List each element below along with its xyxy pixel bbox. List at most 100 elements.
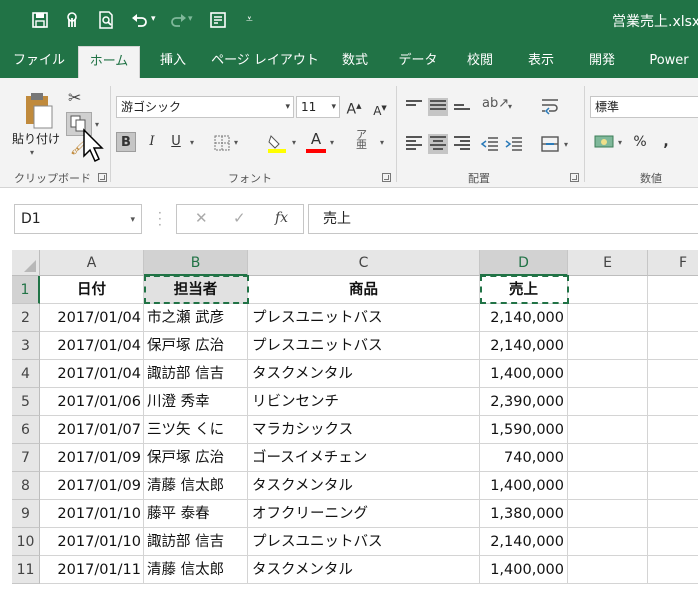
empty-cell[interactable] bbox=[568, 276, 648, 304]
print-preview-icon[interactable] bbox=[96, 10, 116, 30]
tab-home[interactable]: ホーム bbox=[78, 46, 140, 78]
person-cell[interactable]: 保戸塚 広治 bbox=[144, 444, 248, 472]
clipboard-launcher-icon[interactable] bbox=[98, 173, 107, 182]
tab-data[interactable]: データ bbox=[390, 46, 446, 78]
font-size-combo[interactable]: 11 ▾ bbox=[296, 96, 340, 118]
comma-style-button[interactable]: , bbox=[656, 132, 676, 152]
row-header[interactable]: 3 bbox=[12, 332, 40, 360]
product-cell[interactable]: リビンセンチ bbox=[248, 388, 480, 416]
header-cell-person[interactable]: 担当者 bbox=[144, 276, 248, 304]
borders-dropdown-icon[interactable]: ▾ bbox=[234, 138, 238, 147]
alignment-launcher-icon[interactable] bbox=[570, 173, 579, 182]
tab-view[interactable]: 表示 bbox=[516, 46, 566, 78]
product-cell[interactable]: タスクメンタル bbox=[248, 472, 480, 500]
decrease-font-size-icon[interactable]: A▼ bbox=[370, 98, 390, 118]
font-name-combo[interactable]: 游ゴシック ▾ bbox=[116, 96, 294, 118]
date-cell[interactable]: 2017/01/07 bbox=[40, 416, 144, 444]
italic-button[interactable]: I bbox=[142, 132, 162, 152]
column-header-e[interactable]: E bbox=[568, 250, 648, 276]
product-cell[interactable]: マラカシックス bbox=[248, 416, 480, 444]
tab-page-layout[interactable]: ページ レイアウト bbox=[210, 46, 320, 78]
product-cell[interactable]: ゴースイメチェン bbox=[248, 444, 480, 472]
row-header[interactable]: 9 bbox=[12, 500, 40, 528]
tab-formulas[interactable]: 数式 bbox=[330, 46, 380, 78]
bold-button[interactable]: B bbox=[116, 132, 136, 152]
empty-cell[interactable] bbox=[568, 528, 648, 556]
name-box[interactable]: D1 ▾ bbox=[14, 204, 142, 234]
select-all-button[interactable] bbox=[12, 250, 40, 276]
empty-cell[interactable] bbox=[648, 388, 698, 416]
row-header[interactable]: 8 bbox=[12, 472, 40, 500]
paste-dropdown-icon[interactable]: ▾ bbox=[30, 148, 34, 157]
tab-insert[interactable]: 挿入 bbox=[146, 46, 200, 78]
date-cell[interactable]: 2017/01/10 bbox=[40, 500, 144, 528]
font-launcher-icon[interactable] bbox=[382, 173, 391, 182]
person-cell[interactable]: 諏訪部 信吉 bbox=[144, 528, 248, 556]
header-cell-date[interactable]: 日付 bbox=[40, 276, 144, 304]
product-cell[interactable]: プレスユニットバス bbox=[248, 332, 480, 360]
column-header-a[interactable]: A bbox=[40, 250, 144, 276]
header-cell-sales[interactable]: 売上 bbox=[480, 276, 568, 304]
product-cell[interactable]: プレスユニットバス bbox=[248, 528, 480, 556]
row-header[interactable]: 4 bbox=[12, 360, 40, 388]
merge-center-icon[interactable] bbox=[540, 134, 560, 158]
sales-cell[interactable]: 1,400,000 bbox=[480, 360, 568, 388]
empty-cell[interactable] bbox=[568, 304, 648, 332]
formula-bar-splitter-icon[interactable]: · · · bbox=[158, 207, 162, 231]
insert-function-icon[interactable]: fx bbox=[275, 210, 288, 226]
empty-cell[interactable] bbox=[648, 528, 698, 556]
font-color-icon[interactable]: A bbox=[306, 130, 326, 154]
tab-review[interactable]: 校閲 bbox=[456, 46, 504, 78]
empty-cell[interactable] bbox=[568, 416, 648, 444]
decrease-indent-icon[interactable] bbox=[480, 134, 500, 158]
underline-button[interactable]: U bbox=[166, 132, 186, 152]
product-cell[interactable]: オフクリーニング bbox=[248, 500, 480, 528]
align-bottom-icon[interactable] bbox=[454, 104, 470, 118]
date-cell[interactable]: 2017/01/04 bbox=[40, 360, 144, 388]
orientation-icon[interactable]: ab↗ bbox=[482, 96, 509, 111]
cut-icon[interactable]: ✂ bbox=[68, 88, 81, 107]
enter-icon[interactable]: ✓ bbox=[233, 209, 246, 227]
date-cell[interactable]: 2017/01/09 bbox=[40, 444, 144, 472]
tab-power[interactable]: Power bbox=[640, 46, 698, 78]
date-cell[interactable]: 2017/01/11 bbox=[40, 556, 144, 584]
accounting-format-icon[interactable] bbox=[594, 132, 616, 156]
merge-dropdown-icon[interactable]: ▾ bbox=[564, 140, 568, 149]
number-format-combo[interactable]: 標準 bbox=[590, 96, 698, 118]
person-cell[interactable]: 清藤 信太郎 bbox=[144, 556, 248, 584]
date-cell[interactable]: 2017/01/06 bbox=[40, 388, 144, 416]
formula-input[interactable]: 売上 bbox=[308, 204, 698, 234]
align-middle-icon[interactable] bbox=[428, 98, 448, 116]
sales-cell[interactable]: 1,590,000 bbox=[480, 416, 568, 444]
customize-qat-icon[interactable]: ⩡ bbox=[246, 12, 266, 32]
empty-cell[interactable] bbox=[648, 556, 698, 584]
empty-cell[interactable] bbox=[648, 332, 698, 360]
tab-developer[interactable]: 開発 bbox=[578, 46, 626, 78]
fill-color-dropdown-icon[interactable]: ▾ bbox=[292, 138, 296, 147]
redo-dropdown-icon[interactable]: ▾ bbox=[188, 14, 208, 34]
font-color-dropdown-icon[interactable]: ▾ bbox=[330, 138, 334, 147]
date-cell[interactable]: 2017/01/04 bbox=[40, 304, 144, 332]
tab-file[interactable]: ファイル bbox=[8, 46, 70, 78]
undo-icon[interactable] bbox=[130, 10, 150, 30]
align-right-icon[interactable] bbox=[454, 136, 470, 150]
align-top-icon[interactable] bbox=[406, 100, 422, 114]
product-cell[interactable]: プレスユニットバス bbox=[248, 304, 480, 332]
sales-cell[interactable]: 2,140,000 bbox=[480, 528, 568, 556]
increase-font-size-icon[interactable]: A▲ bbox=[344, 96, 364, 118]
wrap-text-icon[interactable] bbox=[540, 96, 560, 120]
sales-cell[interactable]: 1,400,000 bbox=[480, 472, 568, 500]
column-header-d[interactable]: D bbox=[480, 250, 568, 276]
percent-style-button[interactable]: % bbox=[630, 132, 650, 152]
paste-button-label[interactable]: 貼り付け bbox=[12, 130, 60, 147]
redo-icon[interactable] bbox=[168, 10, 188, 30]
product-cell[interactable]: タスクメンタル bbox=[248, 360, 480, 388]
touch-mode-icon[interactable] bbox=[62, 10, 82, 30]
empty-cell[interactable] bbox=[568, 472, 648, 500]
empty-cell[interactable] bbox=[648, 472, 698, 500]
accounting-dropdown-icon[interactable]: ▾ bbox=[618, 138, 622, 147]
person-cell[interactable]: 保戸塚 広治 bbox=[144, 332, 248, 360]
empty-cell[interactable] bbox=[648, 304, 698, 332]
empty-cell[interactable] bbox=[568, 388, 648, 416]
increase-indent-icon[interactable] bbox=[504, 134, 524, 158]
